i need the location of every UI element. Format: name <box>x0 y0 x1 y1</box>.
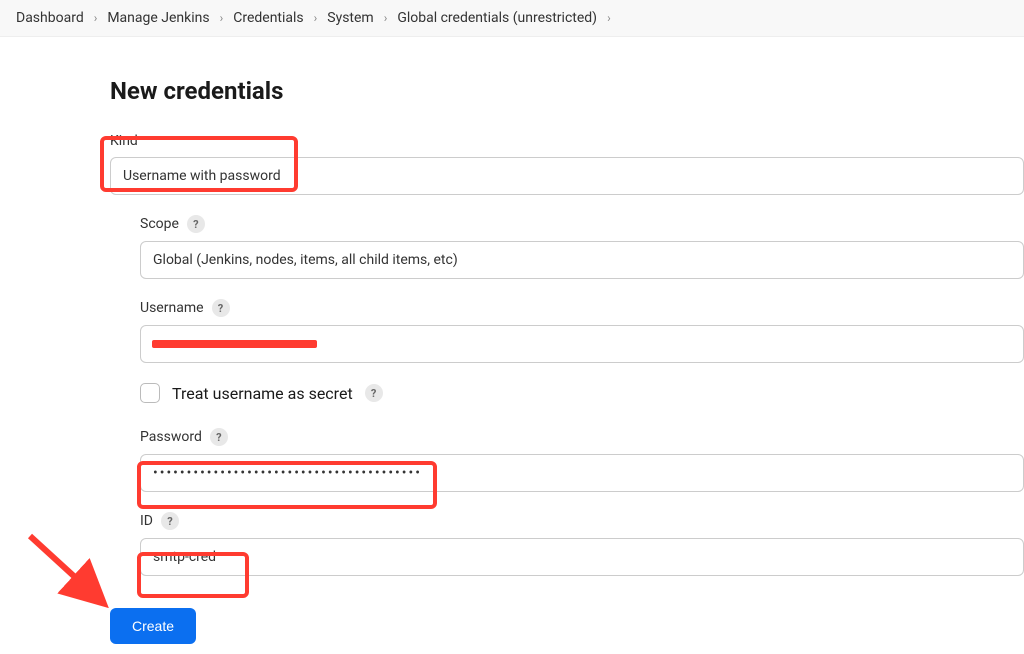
password-label: Password <box>140 429 202 445</box>
redacted-username <box>152 340 317 348</box>
breadcrumb-system[interactable]: System <box>327 10 373 26</box>
treat-username-secret-checkbox[interactable] <box>140 383 160 403</box>
id-label: ID <box>140 513 153 529</box>
breadcrumb-manage-jenkins[interactable]: Manage Jenkins <box>107 10 209 26</box>
chevron-right-icon: › <box>384 11 388 25</box>
breadcrumb-credentials[interactable]: Credentials <box>233 10 303 26</box>
page-title: New credentials <box>110 77 1024 105</box>
scope-label: Scope <box>140 216 179 232</box>
chevron-right-icon: › <box>314 11 318 25</box>
help-icon[interactable]: ? <box>187 215 205 233</box>
chevron-right-icon: › <box>607 11 611 25</box>
password-input[interactable] <box>140 454 1024 492</box>
scope-select[interactable] <box>140 241 1024 279</box>
create-button[interactable]: Create <box>110 608 196 644</box>
help-icon[interactable]: ? <box>161 512 179 530</box>
breadcrumb-global-credentials[interactable]: Global credentials (unrestricted) <box>397 10 597 26</box>
kind-select[interactable] <box>110 157 1024 195</box>
kind-label: Kind <box>110 133 1024 149</box>
help-icon[interactable]: ? <box>212 299 230 317</box>
help-icon[interactable]: ? <box>365 384 383 402</box>
treat-username-secret-label: Treat username as secret <box>172 384 353 403</box>
breadcrumb: Dashboard › Manage Jenkins › Credentials… <box>0 0 1024 37</box>
help-icon[interactable]: ? <box>210 428 228 446</box>
chevron-right-icon: › <box>220 11 224 25</box>
id-input[interactable] <box>140 538 1024 576</box>
breadcrumb-dashboard[interactable]: Dashboard <box>16 10 84 26</box>
username-label: Username <box>140 300 204 316</box>
chevron-right-icon: › <box>94 11 98 25</box>
